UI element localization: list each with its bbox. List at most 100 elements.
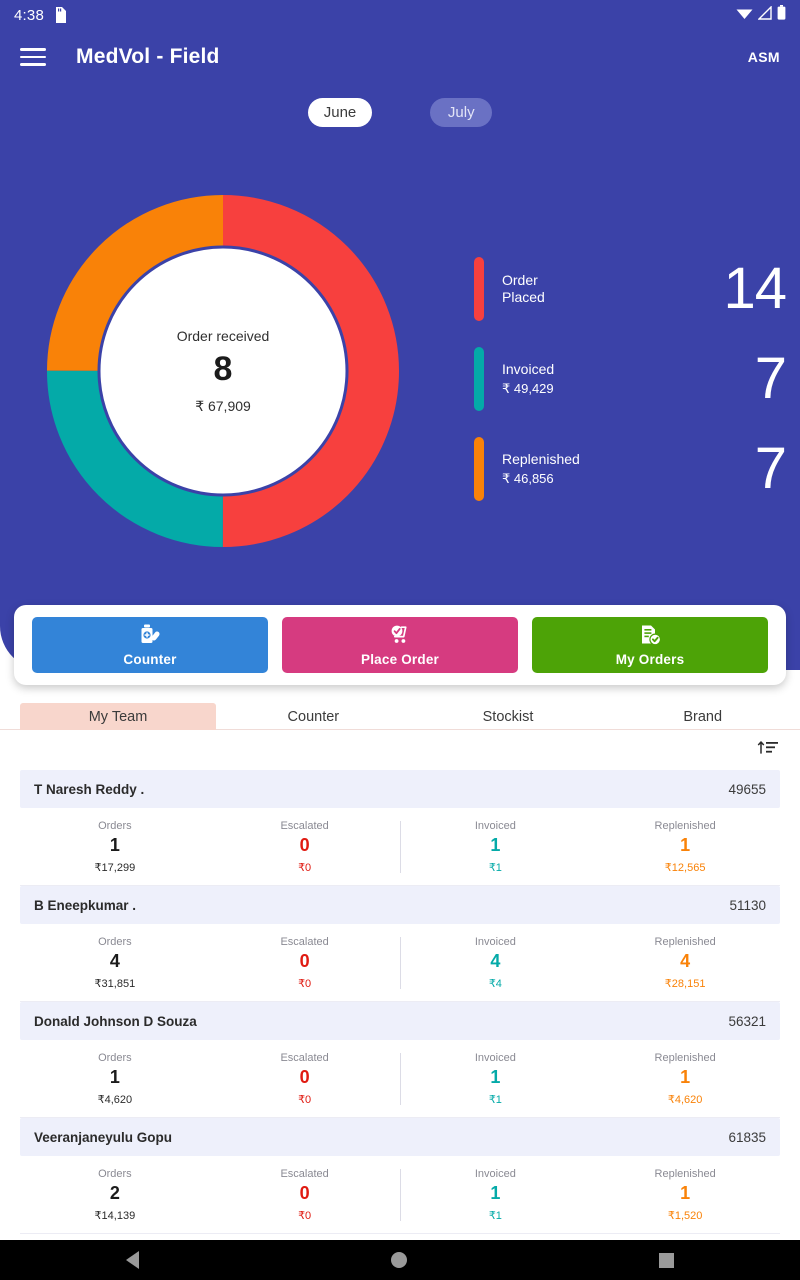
stat-amount-escalated: ₹0 [298, 977, 312, 990]
stat-value-invoiced: 1 [490, 1066, 501, 1087]
counter-button-label: Counter [123, 651, 177, 667]
stat-value-replenished: 1 [680, 834, 691, 855]
legend-label-replenished: Replenished [502, 450, 580, 467]
stat-amount-invoiced: ₹1 [488, 1093, 502, 1106]
person-stats: Orders 4 ₹31,851 Escalated 0 ₹0 Invoiced… [20, 924, 780, 1002]
list-item[interactable]: Veeranjaneyulu Gopu 61835 Orders 2 ₹14,1… [0, 1118, 800, 1234]
tab-my-team[interactable]: My Team [20, 703, 216, 730]
sort-bar [0, 733, 800, 763]
stat-escalated: Escalated 0 ₹0 [210, 820, 400, 874]
legend-color-swatch-invoiced [474, 347, 484, 411]
month-chip-july[interactable]: July [430, 98, 493, 127]
legend-label-line1: Order [502, 272, 538, 288]
stat-amount-replenished: ₹1,520 [667, 1209, 703, 1222]
list-item[interactable]: Donald Johnson D Souza 56321 Orders 1 ₹4… [0, 1002, 800, 1118]
place-order-button[interactable]: Place Order [282, 617, 518, 673]
stat-orders: Orders 1 ₹17,299 [20, 820, 210, 874]
person-header[interactable]: B Eneepkumar . 51130 [20, 886, 780, 924]
month-chip-june[interactable]: June [307, 98, 373, 127]
home-circle-icon[interactable] [391, 1252, 407, 1268]
legend-count-invoiced: 7 [754, 346, 787, 411]
stat-value-invoiced: 1 [490, 834, 501, 855]
battery-icon [777, 5, 786, 25]
list-item[interactable]: T Naresh Reddy . 49655 Orders 1 ₹17,299 … [0, 770, 800, 886]
legend-count-order-placed: 14 [723, 256, 787, 321]
tab-counter[interactable]: Counter [216, 703, 411, 730]
sort-ascending-icon[interactable] [754, 735, 782, 761]
quick-actions-card: Counter Place Order My Orders [14, 605, 786, 685]
stat-replenished: Replenished 4 ₹28,151 [590, 936, 780, 990]
legend-item-replenished[interactable]: Replenished ₹ 46,856 7 [474, 424, 787, 514]
stat-value-escalated: 0 [299, 834, 310, 855]
stat-value-orders: 1 [109, 834, 120, 855]
person-stats: Orders 2 ₹14,139 Escalated 0 ₹0 Invoiced… [20, 1156, 780, 1234]
stat-label-escalated: Escalated [280, 1167, 329, 1180]
donut-hole [97, 245, 349, 497]
donut-svg [47, 195, 399, 547]
stat-invoiced: Invoiced 4 ₹4 [399, 935, 591, 990]
person-code: 51130 [729, 897, 766, 913]
recents-square-icon[interactable] [659, 1252, 674, 1268]
stat-escalated: Escalated 0 ₹0 [210, 1168, 400, 1222]
status-bar: 4:38 [0, 0, 800, 30]
my-orders-button-label: My Orders [615, 651, 685, 667]
stat-invoiced: Invoiced 1 ₹1 [399, 820, 591, 874]
stat-value-escalated: 0 [299, 1182, 310, 1203]
my-orders-button[interactable]: My Orders [532, 617, 768, 673]
person-header[interactable]: Donald Johnson D Souza 56321 [20, 1002, 780, 1040]
place-order-button-label: Place Order [361, 651, 439, 667]
team-performance-list[interactable]: T Naresh Reddy . 49655 Orders 1 ₹17,299 … [0, 770, 800, 1240]
person-header[interactable]: T Naresh Reddy . 49655 [20, 770, 780, 808]
stat-invoiced: Invoiced 1 ₹1 [399, 1168, 591, 1222]
legend-count-replenished: 7 [754, 436, 787, 501]
tab-brand[interactable]: Brand [605, 703, 800, 730]
stat-value-orders: 4 [109, 950, 120, 971]
legend-amount-invoiced: ₹ 49,429 [502, 380, 554, 396]
sd-card-icon [54, 7, 66, 23]
stat-amount-orders: ₹31,851 [94, 977, 136, 990]
stat-value-replenished: 1 [680, 1066, 691, 1087]
person-name: Donald Johnson D Souza [34, 1013, 197, 1029]
stat-value-replenished: 1 [680, 1182, 691, 1203]
counter-button[interactable]: Counter [32, 617, 268, 673]
stat-amount-invoiced: ₹1 [488, 1209, 502, 1222]
stat-value-orders: 2 [109, 1182, 120, 1203]
wifi-icon [736, 6, 753, 25]
stat-label-replenished: Replenished [654, 935, 716, 948]
hamburger-menu-icon[interactable] [20, 48, 46, 66]
app-root: 4:38 MedVol - Field ASM June July Order … [0, 0, 800, 1280]
stat-amount-replenished: ₹12,565 [664, 861, 706, 874]
stat-value-escalated: 0 [299, 1066, 310, 1087]
stat-invoiced: Invoiced 1 ₹1 [399, 1052, 591, 1106]
stat-amount-orders: ₹14,139 [94, 1209, 136, 1222]
back-triangle-icon[interactable] [126, 1251, 139, 1269]
legend-item-invoiced[interactable]: Invoiced ₹ 49,429 7 [474, 334, 787, 424]
app-bar: MedVol - Field ASM [0, 30, 800, 84]
legend-item-order-placed[interactable]: Order Placed 14 [474, 244, 787, 334]
stat-orders: Orders 2 ₹14,139 [20, 1168, 210, 1222]
person-name: Veeranjaneyulu Gopu [34, 1129, 173, 1145]
person-name: B Eneepkumar . [34, 897, 137, 913]
list-item[interactable]: B Eneepkumar . 51130 Orders 4 ₹31,851 Es… [0, 886, 800, 1002]
order-donut-chart[interactable]: Order received 8 ₹ 67,909 [22, 170, 424, 572]
stat-value-escalated: 0 [299, 950, 310, 971]
stat-orders: Orders 4 ₹31,851 [20, 936, 210, 990]
legend-text-replenished: Replenished ₹ 46,856 [502, 451, 580, 488]
legend-label-line2: Placed [502, 289, 545, 305]
person-header[interactable]: Veeranjaneyulu Gopu 61835 [20, 1118, 780, 1156]
stat-label-escalated: Escalated [280, 935, 329, 948]
legend-color-swatch-replenished [474, 437, 484, 501]
stat-label-invoiced: Invoiced [474, 935, 516, 948]
stat-value-invoiced: 4 [490, 950, 501, 971]
user-role-badge[interactable]: ASM [748, 49, 780, 65]
stat-amount-replenished: ₹28,151 [664, 977, 706, 990]
stat-amount-replenished: ₹4,620 [667, 1093, 703, 1106]
stat-amount-orders: ₹4,620 [97, 1093, 133, 1106]
stat-amount-invoiced: ₹4 [488, 977, 502, 990]
stat-orders: Orders 1 ₹4,620 [20, 1052, 210, 1106]
document-check-icon [638, 624, 662, 649]
stat-label-escalated: Escalated [280, 819, 329, 832]
signal-icon [757, 4, 772, 25]
tab-stockist[interactable]: Stockist [411, 703, 606, 730]
shopping-cart-check-icon [387, 624, 413, 649]
